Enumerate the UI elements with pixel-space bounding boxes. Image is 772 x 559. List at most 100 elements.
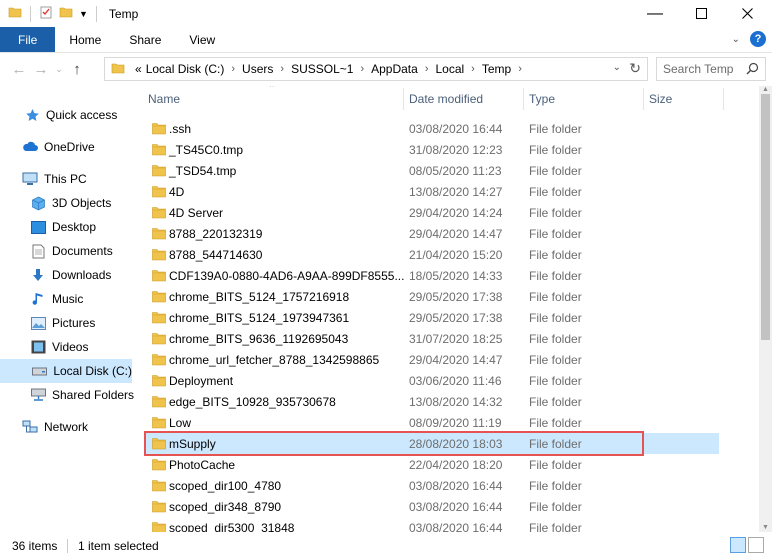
folder-icon xyxy=(152,353,166,369)
close-button[interactable] xyxy=(724,0,770,27)
nav-shared-folders[interactable]: Shared Folders xyxy=(30,383,134,407)
network-icon xyxy=(22,419,38,435)
table-row[interactable]: scoped_dir100_4780 03/08/2020 16:44 File f… xyxy=(144,475,719,496)
nav-label: Desktop xyxy=(52,220,97,234)
forward-button[interactable]: → xyxy=(30,61,52,78)
file-type: File folder xyxy=(529,247,582,262)
breadcrumb-separator-icon[interactable]: › xyxy=(425,63,429,75)
address-dropdown-icon[interactable]: ⌄ xyxy=(613,62,621,73)
nav-quick-access[interactable]: Quick access xyxy=(24,103,117,127)
file-type: File folder xyxy=(529,478,582,493)
up-button[interactable]: ↑ xyxy=(66,61,88,78)
help-icon[interactable]: ? xyxy=(750,31,766,47)
nav-label: Local Disk (C:) xyxy=(53,364,132,378)
tab-share[interactable]: Share xyxy=(115,27,175,52)
table-row[interactable]: chrome_url_fetcher_8788_1342598865 29/04/… xyxy=(144,349,719,370)
table-row[interactable]: chrome_BITS_9636_1192695043 31/07/2020 18… xyxy=(144,328,719,349)
column-divider[interactable] xyxy=(403,88,404,110)
file-date: 13/08/2020 14:32 xyxy=(409,394,503,409)
file-type: File folder xyxy=(529,226,582,241)
nav-desktop[interactable]: Desktop xyxy=(30,215,96,239)
table-row[interactable]: scoped_dir348_8790 03/08/2020 16:44 File f… xyxy=(144,496,719,517)
scroll-up-icon[interactable]: ▲ xyxy=(759,86,772,94)
breadcrumb-temp[interactable]: Temp xyxy=(482,62,511,76)
column-header-type[interactable]: Type xyxy=(529,86,555,112)
column-header-date[interactable]: Date modified xyxy=(409,86,483,112)
table-row[interactable]: chrome_BITS_5124_1973947361 29/05/2020 17… xyxy=(144,307,719,328)
file-type: File folder xyxy=(529,331,582,346)
vertical-scrollbar[interactable]: ▲ ▼ xyxy=(759,86,772,532)
scroll-down-icon[interactable]: ▼ xyxy=(759,524,772,532)
nav-music[interactable]: Music xyxy=(30,287,83,311)
nav-onedrive[interactable]: OneDrive xyxy=(22,135,95,159)
file-name: CDF139A0-0880-4AD6-A9AA-899DF8555... xyxy=(169,268,405,283)
column-header-size[interactable]: Size xyxy=(649,86,672,112)
table-row[interactable]: scoped_dir5300_31848 03/08/2020 16:44 File… xyxy=(144,517,719,532)
nav-local-disk[interactable]: Local Disk (C:) xyxy=(0,359,132,383)
scrollbar-thumb[interactable] xyxy=(761,94,770,340)
breadcrumb-separator-icon[interactable]: › xyxy=(231,63,235,75)
nav-documents[interactable]: Documents xyxy=(30,239,113,263)
nav-downloads[interactable]: Downloads xyxy=(30,263,111,287)
breadcrumb-appdata[interactable]: AppData xyxy=(371,62,418,76)
table-row[interactable]: _TS45C0.tmp 31/08/2020 12:23 File folder xyxy=(144,139,719,160)
new-folder-icon[interactable] xyxy=(59,5,73,22)
details-view-icon[interactable] xyxy=(730,537,746,553)
expand-ribbon-icon[interactable]: ⌄ xyxy=(732,34,740,45)
refresh-icon[interactable]: ↻ xyxy=(629,60,641,77)
column-header-name[interactable]: Name xyxy=(148,86,180,112)
breadcrumb-local-disk[interactable]: Local Disk (C:) xyxy=(146,62,225,76)
nav-this-pc[interactable]: This PC xyxy=(22,167,87,191)
large-icons-view-icon[interactable] xyxy=(748,537,764,553)
breadcrumb-sussol[interactable]: SUSSOL~1 xyxy=(291,62,353,76)
search-input[interactable] xyxy=(663,62,743,76)
tab-view[interactable]: View xyxy=(175,27,229,52)
file-name: Deployment xyxy=(169,373,234,388)
breadcrumb-separator-icon[interactable]: › xyxy=(518,63,522,75)
table-row[interactable]: Deployment 03/06/2020 11:46 File folder xyxy=(144,370,719,391)
picture-icon xyxy=(30,315,46,331)
search-icon[interactable] xyxy=(746,62,759,78)
address-bar[interactable]: « Local Disk (C:) › Users › SUSSOL~1 › A… xyxy=(104,57,648,81)
breadcrumb-overflow[interactable]: « xyxy=(135,62,142,76)
table-row[interactable]: 8788_220132319 29/04/2020 14:47 File folde… xyxy=(144,223,719,244)
table-row[interactable]: mSupply 28/08/2020 18:03 File folder xyxy=(144,433,719,454)
breadcrumb-users[interactable]: Users xyxy=(242,62,273,76)
ribbon: File Home Share View ⌄ ? xyxy=(0,27,772,53)
column-divider[interactable] xyxy=(643,88,644,110)
search-box[interactable] xyxy=(656,57,766,81)
folder-icon xyxy=(152,122,166,138)
breadcrumb-local[interactable]: Local xyxy=(435,62,464,76)
table-row[interactable]: edge_BITS_10928_935730678 13/08/2020 14:3… xyxy=(144,391,719,412)
table-row[interactable]: CDF139A0-0880-4AD6-A9AA-899DF8555... 18/0… xyxy=(144,265,719,286)
properties-icon[interactable] xyxy=(39,5,53,22)
tab-file[interactable]: File xyxy=(0,27,56,52)
nav-pictures[interactable]: Pictures xyxy=(30,311,95,335)
breadcrumb-separator-icon[interactable]: › xyxy=(280,63,284,75)
nav-3d-objects[interactable]: 3D Objects xyxy=(30,191,111,215)
table-row[interactable]: PhotoCache 22/04/2020 18:20 File folder xyxy=(144,454,719,475)
tab-home[interactable]: Home xyxy=(55,27,115,52)
nav-network[interactable]: Network xyxy=(22,415,88,439)
customize-dropdown-icon[interactable]: ▼ xyxy=(79,9,88,19)
table-row[interactable]: _TSD54.tmp 08/05/2020 11:23 File folder xyxy=(144,160,719,181)
file-date: 29/05/2020 17:38 xyxy=(409,289,503,304)
maximize-button[interactable] xyxy=(678,0,724,27)
nav-videos[interactable]: Videos xyxy=(30,335,88,359)
breadcrumb-separator-icon[interactable]: › xyxy=(360,63,364,75)
column-divider[interactable] xyxy=(523,88,524,110)
table-row[interactable]: 8788_544714630 21/04/2020 15:20 File folde… xyxy=(144,244,719,265)
column-divider[interactable] xyxy=(723,88,724,110)
window-title: Temp xyxy=(108,6,139,21)
breadcrumb-separator-icon[interactable]: › xyxy=(471,63,475,75)
table-row[interactable]: 4D Server 29/04/2020 14:24 File folder xyxy=(144,202,719,223)
table-row[interactable]: .ssh 03/08/2020 16:44 File folder xyxy=(144,118,719,139)
recent-locations-dropdown[interactable]: ⌄ xyxy=(52,64,66,75)
folder-icon xyxy=(152,437,166,453)
minimize-button[interactable]: — xyxy=(632,0,678,27)
back-button[interactable]: ← xyxy=(8,61,30,78)
table-row[interactable]: 4D 13/08/2020 14:27 File folder xyxy=(144,181,719,202)
table-row[interactable]: chrome_BITS_5124_1757216918 29/05/2020 17… xyxy=(144,286,719,307)
table-row[interactable]: Low 08/09/2020 11:19 File folder xyxy=(144,412,719,433)
nav-label: Music xyxy=(52,292,84,306)
